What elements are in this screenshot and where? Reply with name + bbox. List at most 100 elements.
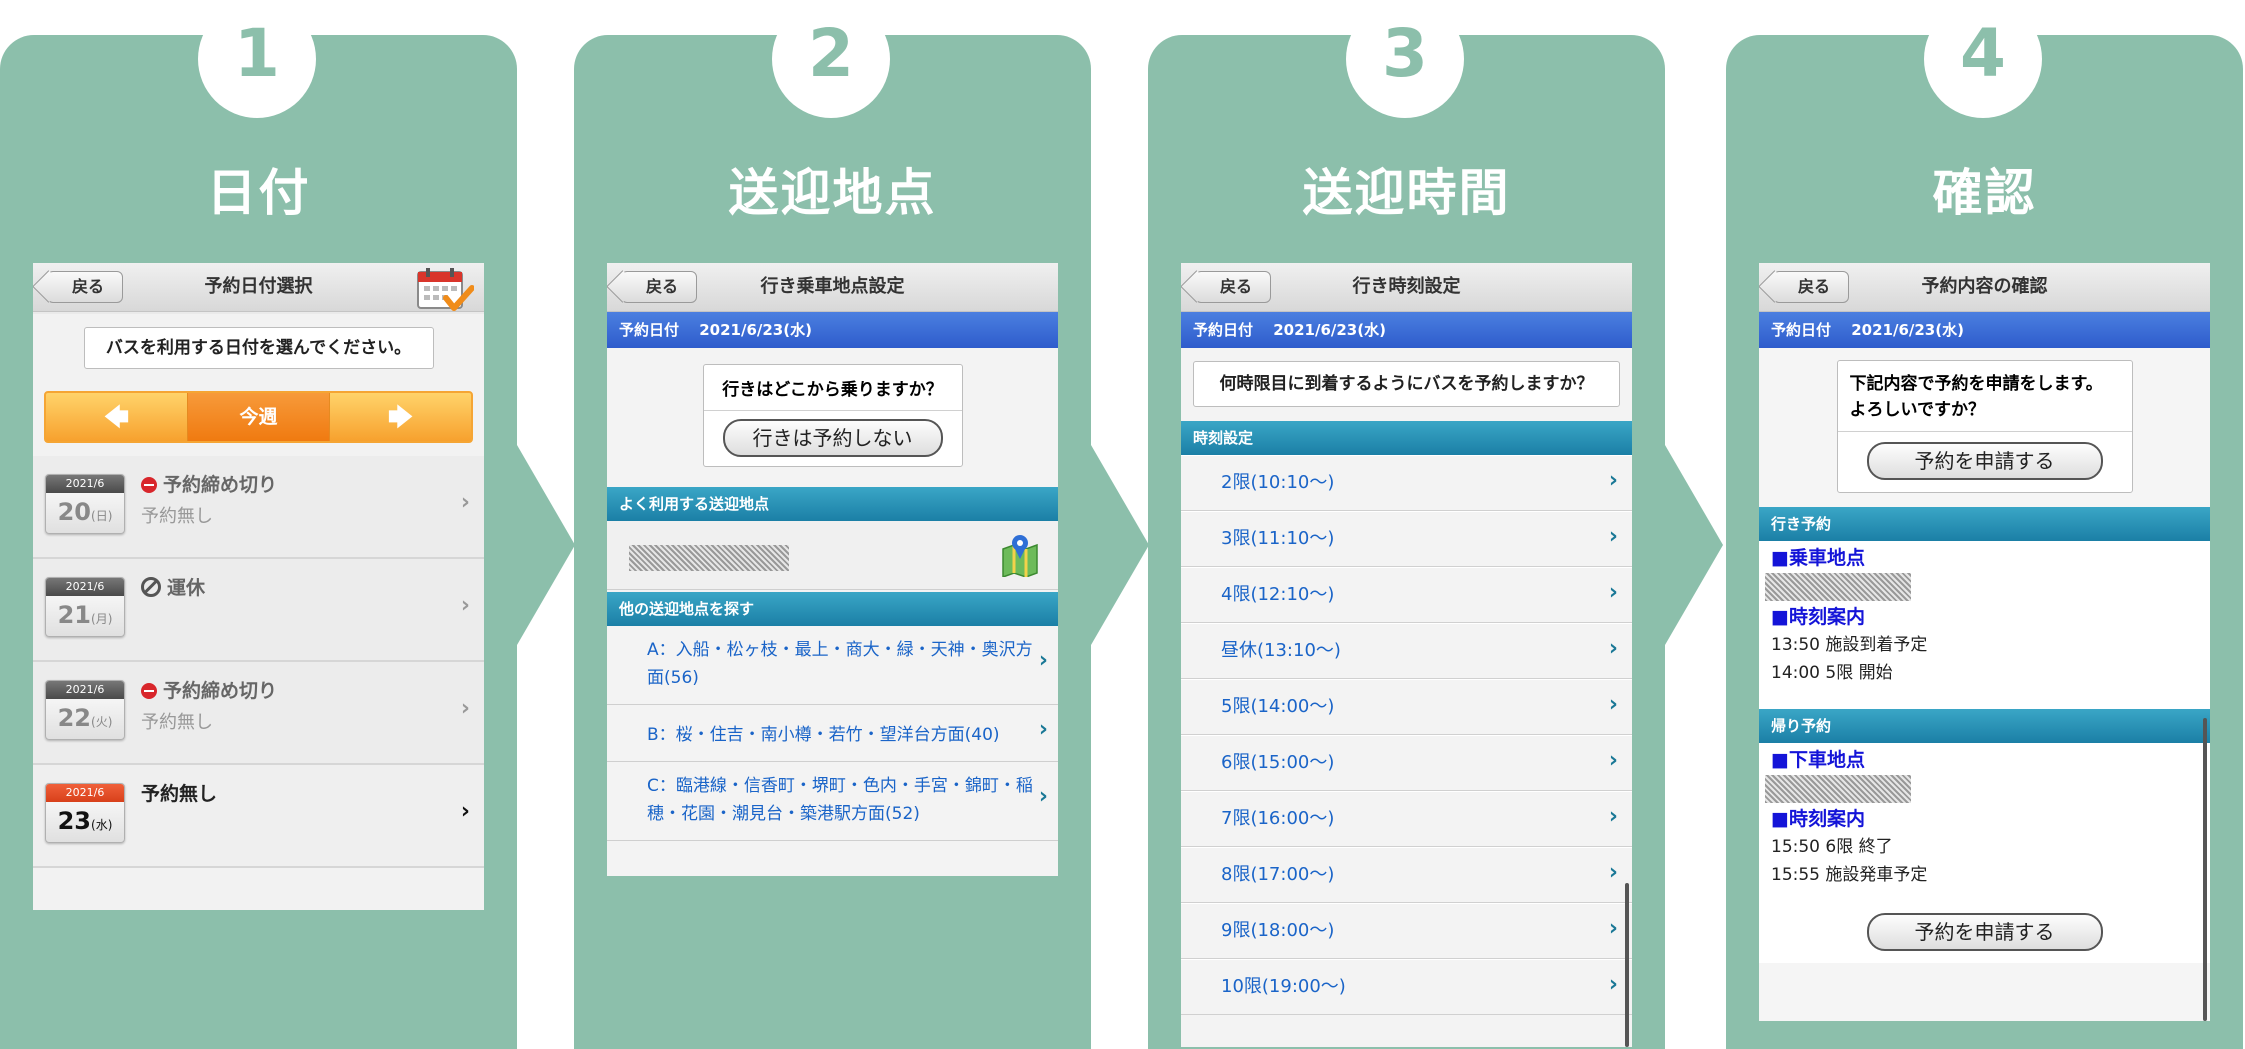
- day-status: 予約無し: [141, 783, 218, 805]
- day-list: 2021/6 20(日) 予約締め切り 予約無し › 2021/6 21(月) 運休 › 2021…: [33, 456, 484, 868]
- time-slot-item[interactable]: 3限(11:10〜) ›: [1181, 511, 1632, 567]
- time-slot-item[interactable]: 4限(12:10〜) ›: [1181, 567, 1632, 623]
- redacted-location: [629, 545, 789, 571]
- time-slot-label: 9限(18:00〜): [1221, 920, 1335, 941]
- calendar-month: 2021/6: [65, 683, 105, 696]
- area-list: A：入船・松ヶ枝・最上・商大・緑・天神・奥沢方面(56) › B：桜・住吉・南小樽・…: [607, 626, 1058, 841]
- instruction-box: バスを利用する日付を選んでください。: [83, 327, 434, 369]
- date-bar: 予約日付 2021/6/23(水): [1181, 312, 1632, 348]
- redacted-location: [1765, 775, 1911, 803]
- nav-bar: 行き乗車地点設定 戻る: [607, 263, 1058, 312]
- chevron-right-icon: ›: [1608, 524, 1618, 549]
- chevron-right-icon: ›: [1608, 468, 1618, 493]
- chevron-right-icon: ›: [1038, 717, 1048, 742]
- step-arrow: [1665, 445, 1723, 645]
- time-slot-item[interactable]: 9限(18:00〜) ›: [1181, 903, 1632, 959]
- week-nav: 🡄 今週 🡆: [44, 391, 473, 443]
- day-status: 予約締め切り: [141, 470, 277, 497]
- calendar-weekday: (日): [91, 509, 113, 523]
- dropoff-point-label: ■下車地点: [1771, 749, 1865, 771]
- back-button[interactable]: 戻る: [1773, 271, 1850, 303]
- no-entry-icon: [141, 477, 157, 493]
- chevron-right-icon: ›: [460, 593, 470, 618]
- time-slot-item[interactable]: 2限(10:10〜) ›: [1181, 455, 1632, 511]
- step-panel-1: 1 日付 予約日付選択 戻る バスを利用する日付を選んでください。 🡄 今週 🡆…: [0, 0, 517, 1049]
- time-slot-label: 6限(15:00〜): [1221, 752, 1335, 773]
- back-button[interactable]: 戻る: [621, 271, 698, 303]
- time-slot-item[interactable]: 10限(19:00〜) ›: [1181, 959, 1632, 1015]
- step-number-1: 1: [198, 0, 316, 118]
- inbound-line: 15:50 6限 終了: [1771, 837, 1893, 857]
- day-row[interactable]: 2021/6 22(火) 予約締め切り 予約無し ›: [33, 662, 484, 765]
- step-arrow: [517, 445, 575, 645]
- day-row[interactable]: 2021/6 23(水) 予約無し ›: [33, 765, 484, 868]
- area-label: A：入船・松ヶ枝・最上・商大・緑・天神・奥沢方面(56): [647, 640, 1033, 688]
- step-title-4: 確認: [1932, 164, 2037, 222]
- time-slot-item[interactable]: 昼休(13:10〜) ›: [1181, 623, 1632, 679]
- calendar-weekday: (火): [91, 715, 113, 729]
- frequent-point-item[interactable]: [607, 521, 1058, 590]
- submit-button[interactable]: 予約を申請する: [1866, 442, 2103, 480]
- prev-week-button[interactable]: 🡄: [46, 393, 187, 441]
- chevron-right-icon: ›: [1038, 648, 1048, 673]
- day-status: 運休: [141, 573, 205, 600]
- step-arrow: [1091, 445, 1149, 645]
- chevron-right-icon: ›: [1608, 916, 1618, 941]
- step-panel-4: 4 確認 予約内容の確認 戻る 予約日付 2021/6/23(水) 下記内容で予…: [1726, 0, 2243, 1049]
- calendar-month: 2021/6: [65, 477, 105, 490]
- question-box: 何時限目に到着するようにバスを予約しますか？: [1193, 361, 1620, 407]
- this-week-button[interactable]: 今週: [187, 393, 330, 441]
- calendar-date-icon: 2021/6 22(火): [45, 680, 125, 740]
- time-slot-label: 10限(19:00〜): [1221, 976, 1346, 997]
- next-week-button[interactable]: 🡆: [330, 393, 471, 441]
- area-label: B：桜・住吉・南小樽・若竹・望洋台方面(40): [647, 725, 1000, 745]
- time-slot-item[interactable]: 7限(16:00〜) ›: [1181, 791, 1632, 847]
- day-row[interactable]: 2021/6 21(月) 運休 ›: [33, 559, 484, 662]
- step-number-4: 4: [1924, 0, 2042, 118]
- day-substatus: 予約無し: [141, 506, 213, 527]
- time-slot-label: 4限(12:10〜): [1221, 584, 1335, 605]
- step-number-3: 3: [1346, 0, 1464, 118]
- time-slot-label: 昼休(13:10〜): [1221, 640, 1341, 661]
- day-substatus: 予約無し: [141, 712, 213, 733]
- calendar-day: 21: [57, 601, 92, 629]
- inbound-section: ■下車地点 ■時刻案内 15:50 6限 終了 15:55 施設発車予定 予約を…: [1759, 743, 2210, 963]
- time-info-label: ■時刻案内: [1771, 808, 1865, 830]
- nav-bar: 予約日付選択 戻る: [33, 263, 484, 312]
- scrollbar[interactable]: [2203, 718, 2207, 1021]
- pickup-point-label: ■乗車地点: [1771, 547, 1865, 569]
- step-panel-3: 3 送迎時間 行き時刻設定 戻る 予約日付 2021/6/23(水) 何時限目に…: [1148, 0, 1665, 1049]
- area-item[interactable]: B：桜・住吉・南小樽・若竹・望洋台方面(40) ›: [607, 705, 1058, 762]
- step-panel-2: 2 送迎地点 行き乗車地点設定 戻る 予約日付 2021/6/23(水) 行きは…: [574, 0, 1091, 1049]
- question-box: 行きはどこから乗りますか？ 行きは予約しない: [702, 364, 963, 467]
- no-entry-icon: [141, 683, 157, 699]
- chevron-right-icon: ›: [1608, 972, 1618, 997]
- calendar-check-icon: [417, 268, 474, 311]
- back-button[interactable]: 戻る: [47, 271, 124, 303]
- time-slot-item[interactable]: 6限(15:00〜) ›: [1181, 735, 1632, 791]
- area-item[interactable]: A：入船・松ヶ枝・最上・商大・緑・天神・奥沢方面(56) ›: [607, 626, 1058, 705]
- outbound-header: 行き予約: [1759, 507, 2210, 541]
- time-list: 2限(10:10〜) › 3限(11:10〜) › 4限(12:10〜) › 昼休(13:1…: [1181, 455, 1632, 1015]
- submit-button-bottom[interactable]: 予約を申請する: [1866, 913, 2103, 951]
- skip-outbound-button[interactable]: 行きは予約しない: [722, 419, 943, 457]
- date-bar: 予約日付 2021/6/23(水): [1759, 312, 2210, 348]
- chevron-right-icon: ›: [1608, 692, 1618, 717]
- day-row[interactable]: 2021/6 20(日) 予約締め切り 予約無し ›: [33, 456, 484, 559]
- area-item[interactable]: C：臨港線・信香町・堺町・色内・手宮・錦町・稲穂・花園・潮見台・築港駅方面(52…: [607, 762, 1058, 841]
- calendar-day: 20: [57, 498, 92, 526]
- time-slot-item[interactable]: 5限(14:00〜) ›: [1181, 679, 1632, 735]
- calendar-day: 23: [57, 807, 92, 835]
- back-button[interactable]: 戻る: [1195, 271, 1272, 303]
- chevron-right-icon: ›: [460, 799, 470, 824]
- date-bar: 予約日付 2021/6/23(水): [607, 312, 1058, 348]
- chevron-right-icon: ›: [1038, 784, 1048, 809]
- time-slot-label: 7限(16:00〜): [1221, 808, 1335, 829]
- chevron-right-icon: ›: [1608, 636, 1618, 661]
- screen-time-select: 行き時刻設定 戻る 予約日付 2021/6/23(水) 何時限目に到着するように…: [1181, 263, 1632, 1047]
- screen-pickup-point: 行き乗車地点設定 戻る 予約日付 2021/6/23(水) 行きはどこから乗りま…: [607, 263, 1058, 876]
- inbound-header: 帰り予約: [1759, 709, 2210, 743]
- chevron-right-icon: ›: [1608, 748, 1618, 773]
- time-slot-item[interactable]: 8限(17:00〜) ›: [1181, 847, 1632, 903]
- scrollbar[interactable]: [1625, 883, 1629, 1047]
